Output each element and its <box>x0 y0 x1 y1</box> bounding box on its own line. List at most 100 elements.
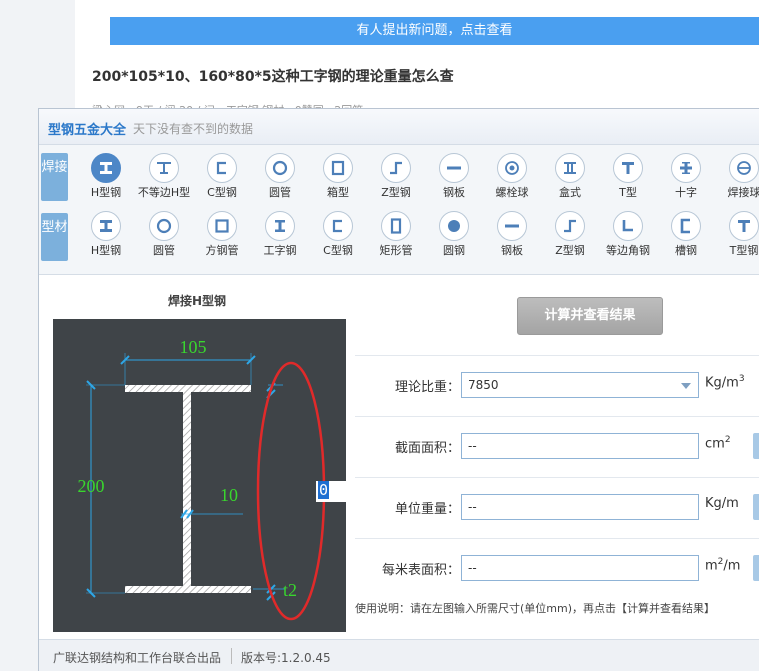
tool-t-section[interactable]: T型钢 <box>715 211 759 258</box>
tool-z-section[interactable]: Z型钢 <box>367 153 425 200</box>
area-side-button[interactable] <box>753 433 759 459</box>
tool-channel[interactable]: 槽钢 <box>657 211 715 258</box>
unit-weight-field[interactable]: -- <box>461 494 699 520</box>
tool-label: H型钢 <box>90 186 122 199</box>
tool-i-steel[interactable]: 工字钢 <box>251 211 309 258</box>
web <box>183 392 191 586</box>
footer-credit: 广联达钢结构和工作台联合出品 <box>53 651 222 665</box>
channel-icon <box>671 211 701 241</box>
tool-label: 圆管 <box>269 186 291 199</box>
tool-rect-tube[interactable]: 矩形管 <box>367 211 425 258</box>
tool-box-type[interactable]: 盒式 <box>541 153 599 200</box>
rect-tube-icon <box>381 211 411 241</box>
tool-i-beam[interactable]: H型钢 <box>77 211 135 258</box>
app-footer: 广联达钢结构和工作台联合出品 版本号:1.2.0.45 <box>39 639 759 671</box>
tool-round-tube[interactable]: 圆管 <box>135 211 193 258</box>
top-flange <box>125 385 251 392</box>
section-toolbar: 焊接 型材 H型钢 不等边H型 C型钢 圆管 箱型 Z型钢 钢板 螺栓球 盒式 T型 十字 焊接球 H… <box>39 145 759 275</box>
unit-weight-row: 单位重量： -- Kg/m <box>355 477 759 538</box>
area-field[interactable]: -- <box>461 433 699 459</box>
t-section-icon <box>729 211 759 241</box>
c-channel-icon <box>207 153 237 183</box>
height-dimension-label: 200 <box>78 476 105 496</box>
chevron-down-icon[interactable] <box>681 383 691 389</box>
panel-title: 焊接H型钢 <box>167 294 227 308</box>
tool-label: Z型钢 <box>555 244 585 257</box>
tool-box-section[interactable]: 箱型 <box>309 153 367 200</box>
tool-label: 十字 <box>675 186 697 199</box>
tool-label: H型钢 <box>90 244 122 257</box>
tool-angle[interactable]: 等边角钢 <box>599 211 657 258</box>
usage-instructions: 使用说明：请在左图输入所需尺寸(单位mm)，再点击【计算并查看结果】 <box>355 602 716 615</box>
tool-plate[interactable]: 钢板 <box>483 211 541 258</box>
box-section-icon <box>323 153 353 183</box>
tool-plate[interactable]: 钢板 <box>425 153 483 200</box>
tool-weld-ball[interactable]: 焊接球 <box>715 153 759 200</box>
tool-i-beam[interactable]: H型钢 <box>77 153 135 200</box>
app-subtitle: 天下没有查不到的数据 <box>133 122 254 136</box>
unit-weight-unit: Kg/m <box>705 496 739 511</box>
tool-label: C型钢 <box>323 244 353 257</box>
square-tube-icon <box>207 211 237 241</box>
new-question-notice[interactable]: 有人提出新问题，点击查看 <box>110 17 759 45</box>
question-title[interactable]: 200*105*10、160*80*5这种工字钢的理论重量怎么查 <box>92 66 454 86</box>
surface-label: 每米表面积： <box>381 563 460 578</box>
tool-label: 盒式 <box>559 186 581 199</box>
density-select[interactable]: 7850 <box>461 372 699 398</box>
surface-field[interactable]: -- <box>461 555 699 581</box>
tool-square-tube[interactable]: 方钢管 <box>193 211 251 258</box>
round-tube-icon <box>149 211 179 241</box>
unequal-h-icon <box>149 153 179 183</box>
steel-app-window: 型钢五金大全 天下没有查不到的数据 焊接 型材 H型钢 不等边H型 C型钢 圆管 箱型 Z… <box>38 108 759 671</box>
bolt-ball-icon <box>497 153 527 183</box>
density-unit: Kg/m3 <box>705 374 745 391</box>
tool-label: 圆管 <box>153 244 175 257</box>
i-beam-icon <box>91 211 121 241</box>
i-beam-icon <box>91 153 121 183</box>
tool-c-channel[interactable]: C型钢 <box>309 211 367 258</box>
bottom-flange <box>125 586 251 593</box>
width-dimension-label: 105 <box>180 337 207 357</box>
app-title: 型钢五金大全 <box>48 123 127 138</box>
result-panel: 计算并查看结果 理论比重： 7850 Kg/m3 截面面积： -- cm2 单位… <box>355 276 759 638</box>
tool-c-channel[interactable]: C型钢 <box>193 153 251 200</box>
tool-z-section[interactable]: Z型钢 <box>541 211 599 258</box>
calculate-button[interactable]: 计算并查看结果 <box>517 297 663 335</box>
top-flange-value: 0 <box>318 481 330 499</box>
angle-icon <box>613 211 643 241</box>
tool-label: T型 <box>619 186 637 199</box>
box-type-icon <box>555 153 585 183</box>
surface-side-button[interactable] <box>753 555 759 581</box>
bottom-flange-label: t2 <box>283 580 297 600</box>
unit-weight-side-button[interactable] <box>753 494 759 520</box>
tool-label: 等边角钢 <box>606 244 650 257</box>
i-steel-icon <box>265 211 295 241</box>
density-value: 7850 <box>468 378 499 392</box>
tool-round-tube[interactable]: 圆管 <box>251 153 309 200</box>
tool-t-section[interactable]: T型 <box>599 153 657 200</box>
tool-label: T型钢 <box>729 244 759 257</box>
tool-unequal-h[interactable]: 不等边H型 <box>135 153 193 200</box>
tool-label: 方钢管 <box>205 244 239 257</box>
plate-icon <box>439 153 469 183</box>
tool-label: 钢板 <box>501 244 523 257</box>
z-section-icon <box>555 211 585 241</box>
tool-label: 矩形管 <box>379 244 413 257</box>
tool-bolt-ball[interactable]: 螺栓球 <box>483 153 541 200</box>
z-section-icon <box>381 153 411 183</box>
category-tab-weld[interactable]: 焊接 <box>41 153 68 201</box>
area-row: 截面面积： -- cm2 <box>355 416 759 477</box>
surface-row: 每米表面积： -- m2/m <box>355 538 759 599</box>
round-bar-icon <box>439 211 469 241</box>
weld-ball-icon <box>729 153 759 183</box>
tool-round-bar[interactable]: 圆钢 <box>425 211 483 258</box>
tool-label: C型钢 <box>207 186 237 199</box>
c-channel-icon <box>323 211 353 241</box>
round-tube-icon <box>265 153 295 183</box>
tool-label: 螺栓球 <box>495 186 529 199</box>
app-titlebar: 型钢五金大全 天下没有查不到的数据 <box>39 109 759 145</box>
tool-cross-section[interactable]: 十字 <box>657 153 715 200</box>
category-tab-steel[interactable]: 型材 <box>41 213 68 261</box>
tool-label: 槽钢 <box>675 244 697 257</box>
surface-unit: m2/m <box>705 557 741 574</box>
